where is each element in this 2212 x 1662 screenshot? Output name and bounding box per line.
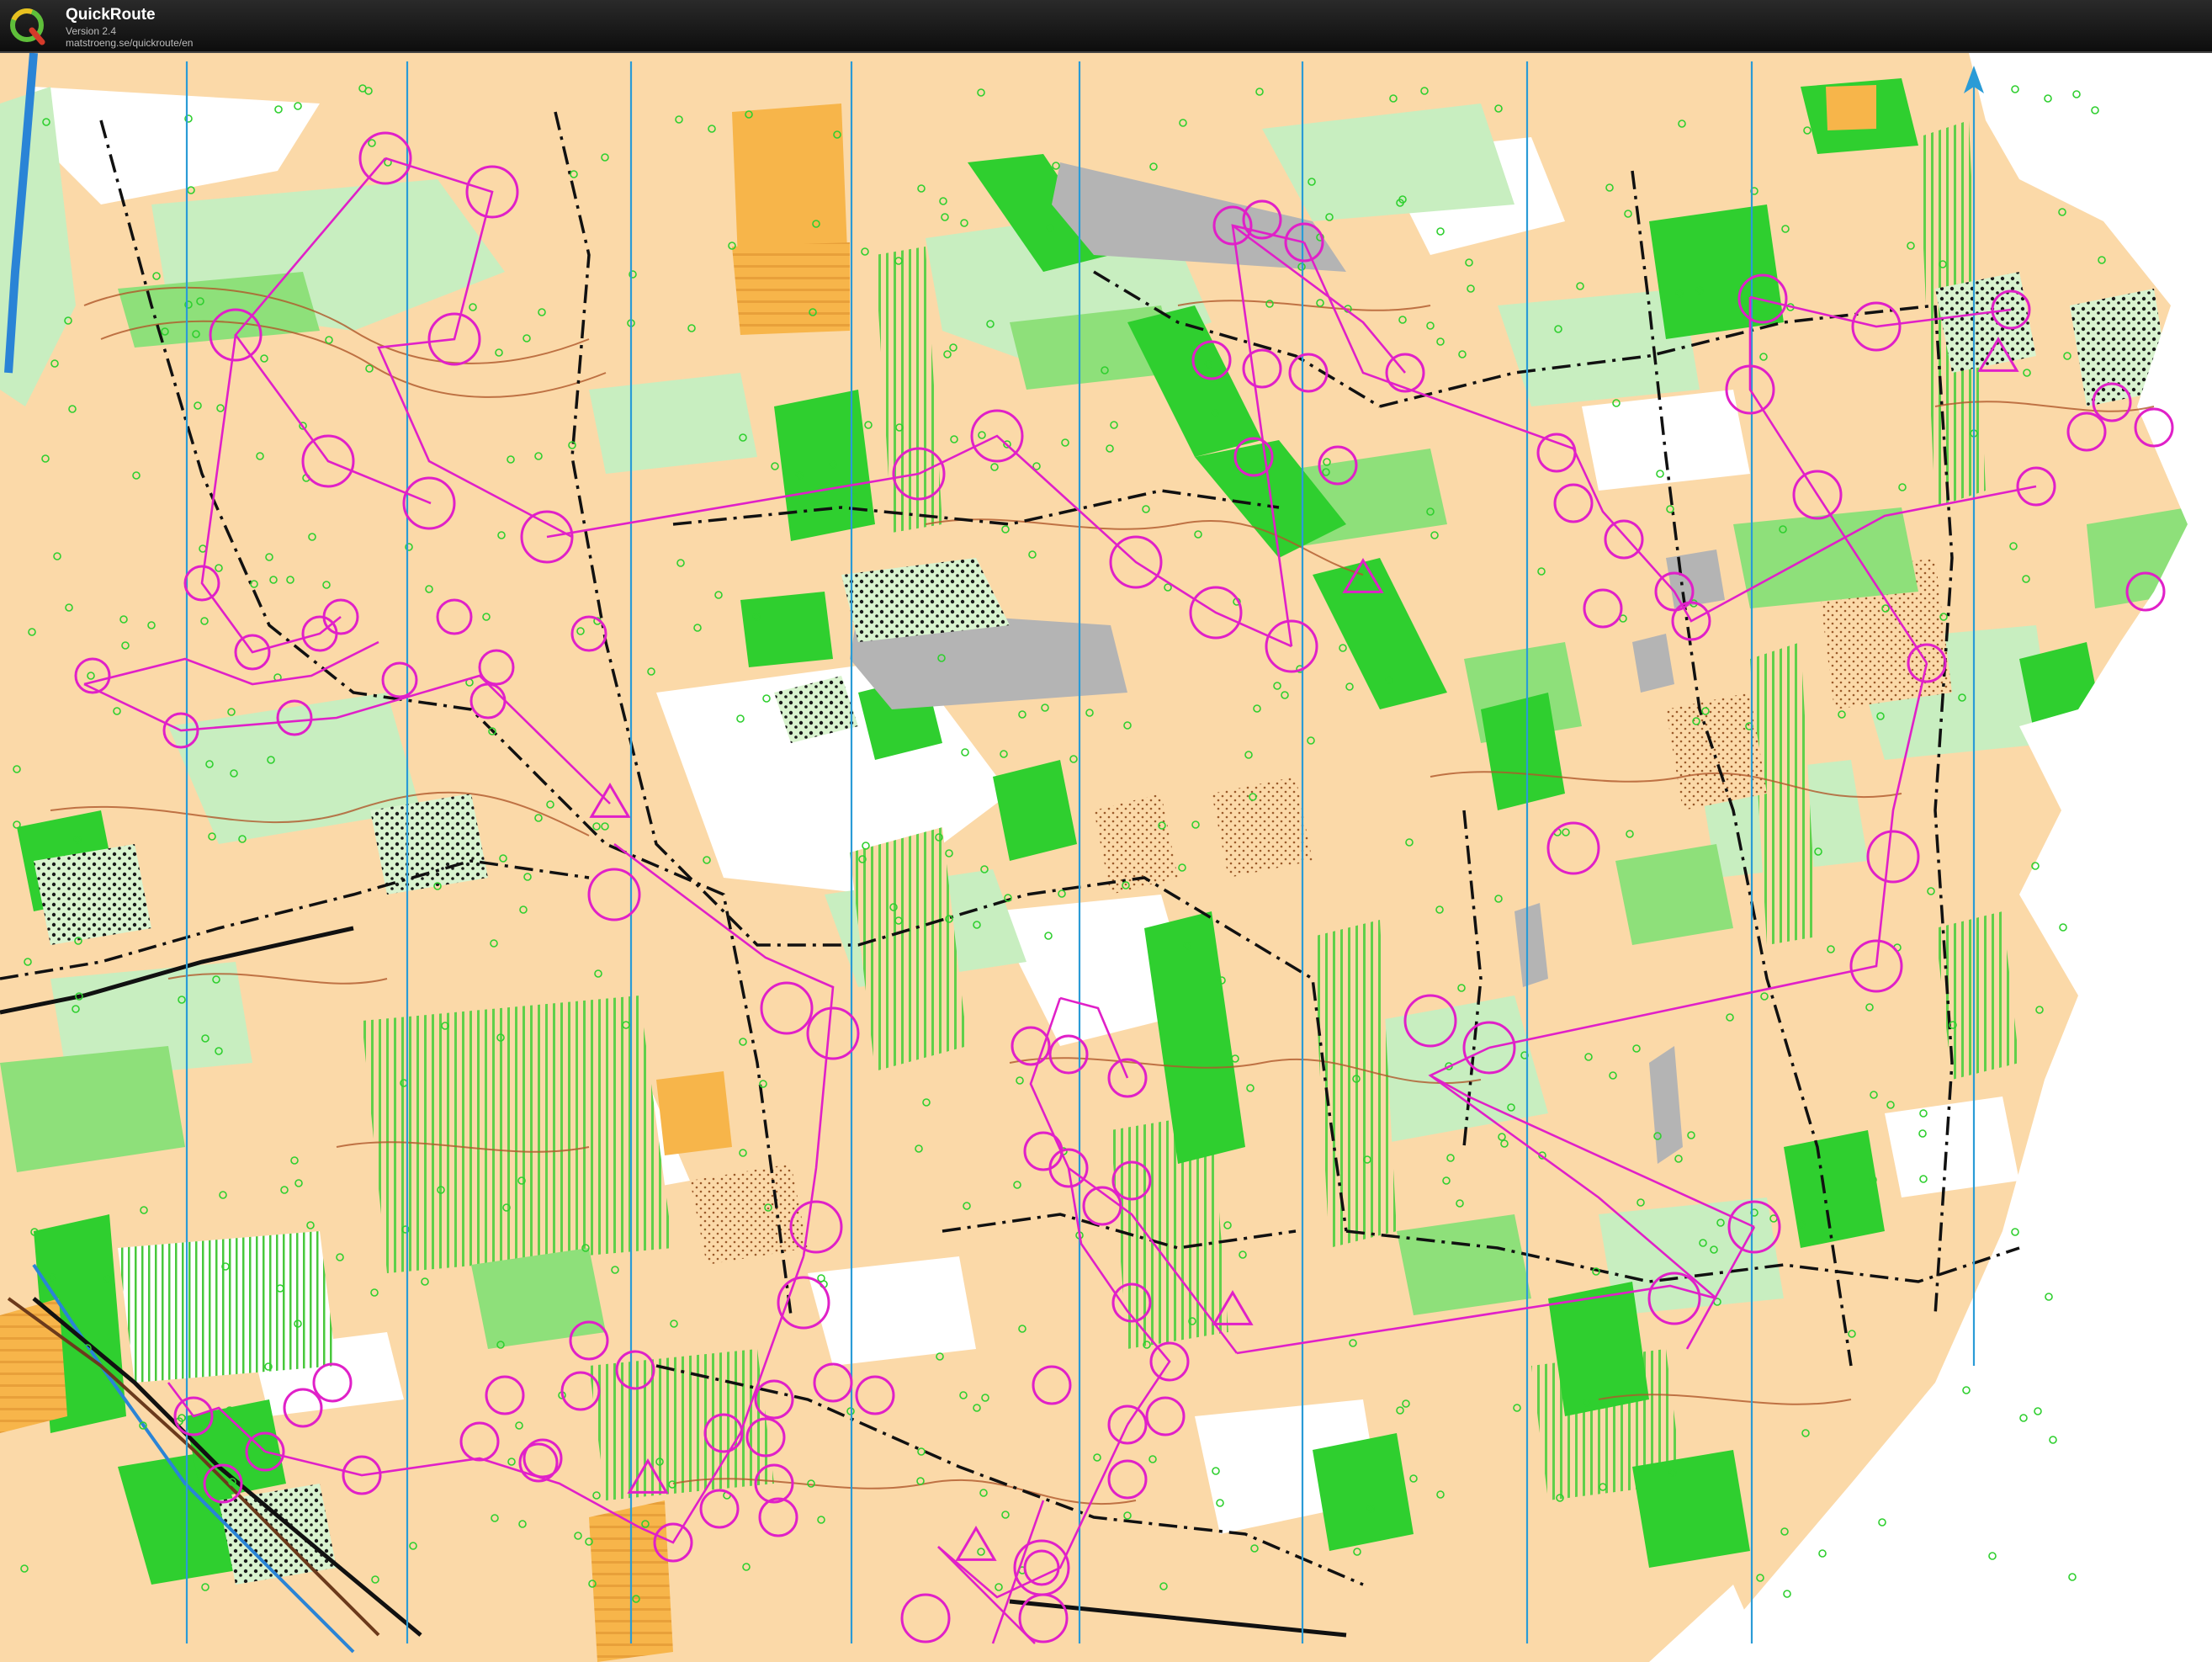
app-version: Version 2.4 <box>66 25 117 37</box>
quickroute-q-logo <box>8 7 47 45</box>
app-title: QuickRoute <box>66 6 156 24</box>
orienteering-map[interactable] <box>0 53 2212 1662</box>
app-url: matstroeng.se/quickroute/en <box>66 37 194 49</box>
title-bar: QuickRoute Version 2.4 matstroeng.se/qui… <box>0 0 2212 53</box>
